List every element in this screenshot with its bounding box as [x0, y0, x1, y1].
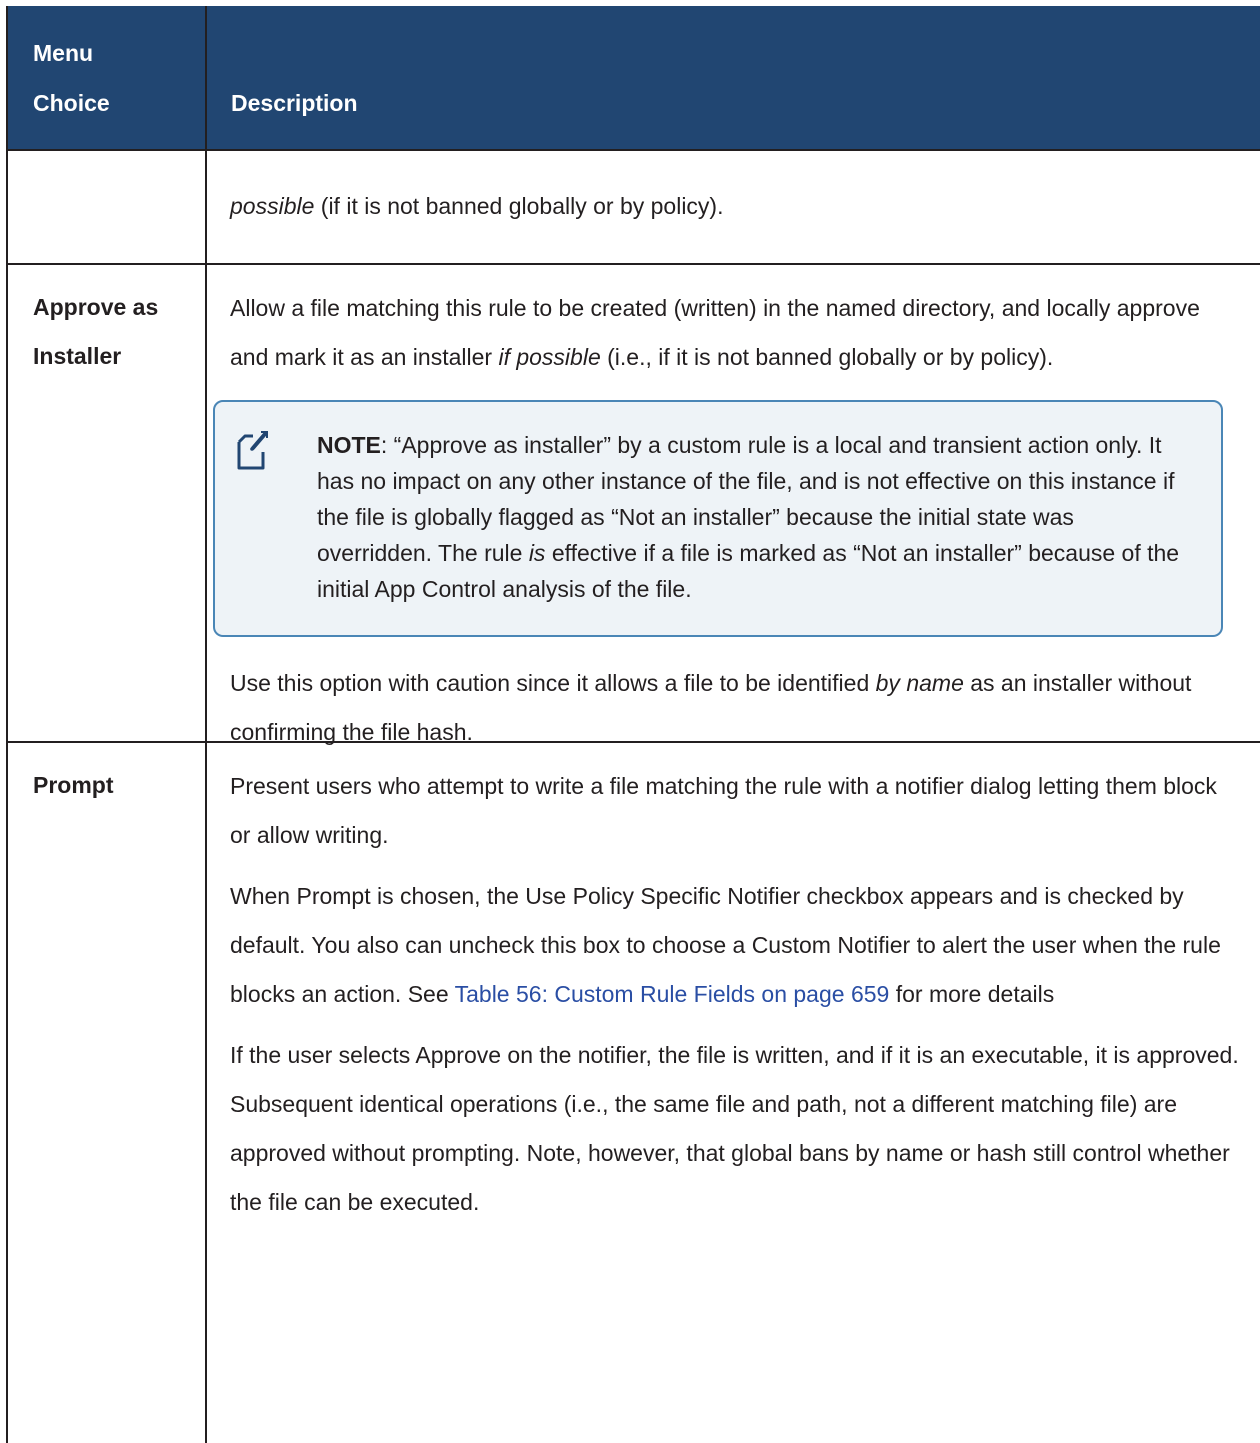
approve-p1-italic: if possible	[498, 344, 601, 370]
custom-rule-fields-link[interactable]: Table 56: Custom Rule Fields on page 659	[455, 981, 890, 1007]
description-prompt: Present users who attempt to write a fil…	[207, 743, 1260, 1443]
prompt-paragraph-1: Present users who attempt to write a fil…	[230, 773, 1217, 848]
note-text: NOTE: “Approve as installer” by a custom…	[317, 432, 1179, 602]
header-menu-choice: Menu Choice	[8, 6, 207, 149]
table-row: possible (if it is not banned globally o…	[8, 149, 1260, 263]
prompt-paragraph-3: If the user selects Approve on the notif…	[230, 1042, 1239, 1215]
menu-approve-line2: Installer	[33, 343, 122, 369]
menu-choice-approve-installer: Approve as Installer	[8, 265, 207, 741]
approve-p1-b: (i.e., if it is not banned globally or b…	[600, 344, 1054, 370]
table-row-approve-installer: Approve as Installer Allow a file matchi…	[8, 263, 1260, 745]
table-header-row: Menu Choice Description	[8, 6, 1260, 149]
prompt-p2-b: for more details	[889, 981, 1055, 1007]
table-row-prompt: Prompt Present users who attempt to writ…	[8, 741, 1260, 1443]
note-italic: is	[528, 540, 546, 566]
header-description-label: Description	[231, 90, 358, 116]
description-approve-installer: Allow a file matching this rule to be cr…	[207, 265, 1260, 745]
menu-choice-prompt: Prompt	[8, 743, 207, 1443]
row-description-cell: possible (if it is not banned globally o…	[207, 151, 1260, 263]
menu-choice-table: Menu Choice Description possible (if it …	[6, 6, 1260, 1443]
approve-p2-a: Use this option with caution since it al…	[230, 670, 876, 696]
row-menu-cell-empty	[8, 151, 207, 263]
header-menu-line1: Menu	[33, 40, 94, 66]
approve-p2-italic: by name	[875, 670, 964, 696]
note-label: NOTE	[317, 432, 381, 458]
continued-italic: possible	[230, 193, 315, 219]
note-callout: NOTE: “Approve as installer” by a custom…	[213, 400, 1223, 637]
prompt-paragraph-2: When Prompt is chosen, the Use Policy Sp…	[230, 872, 1242, 1019]
menu-approve-line1: Approve as	[33, 294, 159, 320]
header-menu-line2: Choice	[33, 90, 110, 116]
header-description: Description	[207, 6, 1260, 149]
continued-rest: (if it is not banned globally or by poli…	[314, 193, 724, 219]
approve-paragraph-1: Allow a file matching this rule to be cr…	[230, 284, 1242, 382]
continued-text: possible (if it is not banned globally o…	[230, 182, 1242, 231]
note-icon	[237, 431, 268, 470]
